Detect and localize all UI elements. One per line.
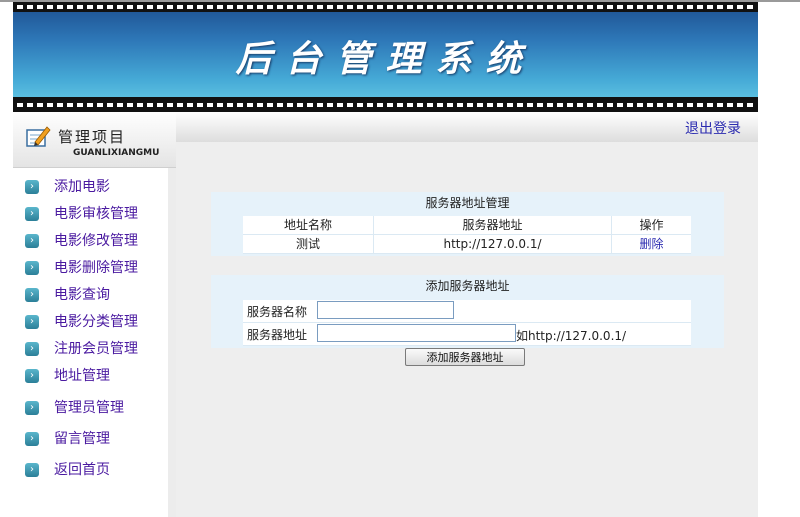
server-name-label: 服务器名称 [247,305,308,319]
sidebar-title: 管理项目 [58,128,127,146]
arrow-right-icon: › [25,180,39,194]
address-hint: 如http://127.0.0.1/ [516,329,627,343]
sidebar-item-members[interactable]: › 注册会员管理 [25,338,165,360]
content-topbar: 退出登录 [176,112,758,142]
sidebar-item-movie-edit[interactable]: › 电影修改管理 [25,230,165,252]
sidebar-item-label[interactable]: 电影删除管理 [54,257,138,277]
sidebar-item-label[interactable]: 电影查询 [54,284,110,304]
sidebar-item-label[interactable]: 地址管理 [54,365,110,385]
sidebar-item-messages[interactable]: › 留言管理 [25,428,165,450]
sidebar-item-label[interactable]: 添加电影 [54,176,110,196]
arrow-right-icon: › [25,342,39,356]
sidebar-item-movie-review[interactable]: › 电影审核管理 [25,203,165,225]
column-header: 服务器地址 [374,216,612,234]
sidebar-item-label[interactable]: 管理员管理 [54,397,124,417]
film-strip-top [13,2,758,12]
film-strip-bottom [13,97,758,112]
table-row: 测试 http://127.0.0.1/ 删除 [243,235,691,254]
panel-title: 服务器地址管理 [425,196,510,210]
arrow-right-icon: › [25,315,39,329]
sidebar-item-address[interactable]: › 地址管理 [25,365,165,387]
server-list-panel: 服务器地址管理 地址名称 服务器地址 操作 测试 http://127.0.0.… [211,192,724,256]
logout-link[interactable]: 退出登录 [685,118,741,138]
arrow-right-icon: › [25,261,39,275]
sidebar-item-admins[interactable]: › 管理员管理 [25,397,165,419]
arrow-right-icon: › [25,288,39,302]
main-content: 退出登录 服务器地址管理 地址名称 服务器地址 操作 测试 http://127… [176,112,758,517]
sidebar-item-add-movie[interactable]: › 添加电影 [25,176,165,198]
server-name-row: 服务器名称 [243,300,691,323]
add-server-button[interactable]: 添加服务器地址 [405,348,525,366]
arrow-right-icon: › [25,207,39,221]
sidebar-subtitle: GUANLIXIANGMU [73,148,160,158]
panel-title: 添加服务器地址 [425,279,510,293]
app-title: 后台管理系统 [235,38,536,80]
sidebar-item-label[interactable]: 返回首页 [54,459,110,479]
arrow-right-icon: › [25,463,39,477]
table-header-row: 地址名称 服务器地址 操作 [243,216,691,235]
sidebar-item-label[interactable]: 留言管理 [54,428,110,448]
server-name-input[interactable] [317,301,454,319]
arrow-right-icon: › [25,234,39,248]
add-server-panel: 添加服务器地址 服务器名称 服务器地址 如http://127.0.0.1/ [211,275,724,348]
sidebar-item-movie-category[interactable]: › 电影分类管理 [25,311,165,333]
sidebar-item-home[interactable]: › 返回首页 [25,459,165,481]
sidebar-item-label[interactable]: 电影修改管理 [54,230,138,250]
notepad-pencil-icon [26,126,51,147]
header-banner: 后台管理系统 [13,2,758,112]
server-address-row: 服务器地址 如http://127.0.0.1/ [243,323,691,346]
sidebar: 管理项目 GUANLIXIANGMU › 添加电影 › 电影审核管理 › 电影修… [13,112,176,517]
delete-link[interactable]: 删除 [612,235,691,253]
arrow-right-icon: › [25,369,39,383]
sidebar-item-label[interactable]: 电影审核管理 [54,203,138,223]
sidebar-item-label[interactable]: 电影分类管理 [54,311,138,331]
server-address-cell: http://127.0.0.1/ [374,235,612,253]
server-name-cell: 测试 [243,235,374,253]
arrow-right-icon: › [25,432,39,446]
server-address-input[interactable] [317,324,516,342]
column-header: 地址名称 [243,216,374,234]
sidebar-header: 管理项目 GUANLIXIANGMU [13,112,176,168]
sidebar-item-movie-delete[interactable]: › 电影删除管理 [25,257,165,279]
arrow-right-icon: › [25,401,39,415]
sidebar-item-movie-search[interactable]: › 电影查询 [25,284,165,306]
server-address-label: 服务器地址 [247,328,308,342]
sidebar-item-label[interactable]: 注册会员管理 [54,338,138,358]
column-header: 操作 [639,218,664,232]
